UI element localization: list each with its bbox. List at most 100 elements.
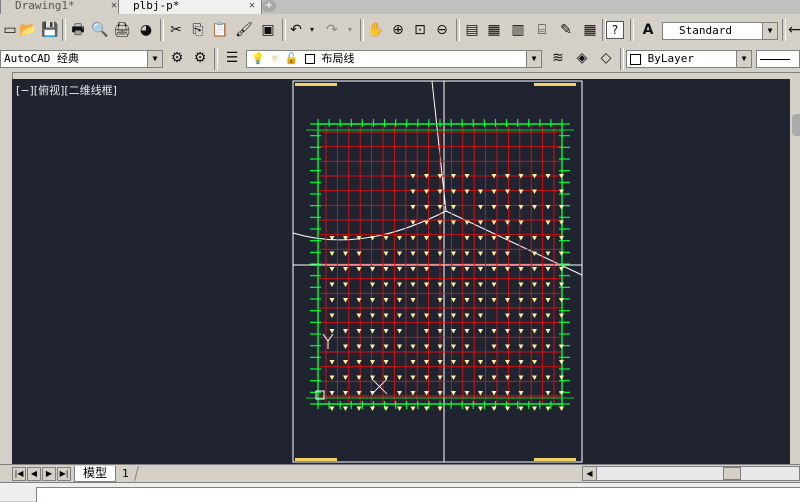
- column-mark: [356, 406, 362, 411]
- column-mark: [478, 236, 483, 241]
- scroll-left-icon[interactable]: ◀: [583, 467, 597, 480]
- markup-icon[interactable]: ✎: [556, 20, 576, 40]
- column-mark: [505, 344, 510, 349]
- linetype-preview-icon: [760, 58, 790, 60]
- layer-dropdown[interactable]: 💡 ☼ 🔓 布局线 ▼: [246, 50, 542, 68]
- sheet-title-mark: [295, 458, 337, 461]
- column-mark: [559, 375, 564, 380]
- column-mark: [545, 313, 551, 318]
- cut-icon[interactable]: ✂: [166, 20, 186, 40]
- column-mark: [437, 298, 443, 303]
- match-properties-icon[interactable]: 🖌: [234, 20, 254, 40]
- drawing-canvas[interactable]: [−][俯视][二维线框]: [12, 79, 790, 464]
- column-mark: [491, 189, 497, 194]
- column-mark: [532, 267, 537, 272]
- 3d-dwf-icon[interactable]: ◕: [136, 20, 156, 40]
- print-icon[interactable]: 🖶: [68, 20, 88, 40]
- column-mark: [437, 189, 443, 194]
- layer-properties-icon[interactable]: ☰: [222, 48, 242, 68]
- column-mark: [464, 344, 470, 349]
- workspace-dropdown[interactable]: AutoCAD 经典 ▼: [0, 50, 163, 68]
- color-value: ByLayer: [647, 52, 694, 65]
- linetype-control-dropdown[interactable]: [756, 50, 800, 68]
- column-mark: [505, 406, 510, 411]
- tab-model[interactable]: 模型: [74, 466, 116, 482]
- column-mark: [491, 220, 497, 225]
- doc-tab-label: Drawing1*: [15, 0, 75, 12]
- column-mark: [329, 298, 335, 303]
- save-icon[interactable]: 💾: [40, 20, 60, 40]
- column-mark: [356, 360, 362, 365]
- column-mark: [532, 298, 537, 303]
- paste-icon[interactable]: 📋: [210, 20, 230, 40]
- design-center-icon[interactable]: ▦: [484, 20, 504, 40]
- plot-preview-icon[interactable]: 🔍: [90, 20, 110, 40]
- copy-icon[interactable]: ⎘: [188, 20, 208, 40]
- zoom-window-icon[interactable]: ⊡: [410, 20, 430, 40]
- layer-lock-icon[interactable]: 🔓: [285, 52, 299, 65]
- column-mark: [383, 375, 389, 380]
- column-mark: [437, 236, 443, 241]
- column-mark: [343, 329, 348, 334]
- column-mark: [491, 391, 497, 396]
- sheet-title-mark: [534, 83, 576, 86]
- column-mark: [343, 375, 348, 380]
- column-mark: [370, 236, 375, 241]
- make-current-layer-icon[interactable]: ≋: [548, 48, 568, 68]
- horizontal-scrollbar[interactable]: ◀: [582, 466, 800, 481]
- tab-layout1[interactable]: 1: [111, 466, 140, 481]
- new-tab-plus-icon[interactable]: +: [262, 0, 276, 12]
- scrollbar-thumb[interactable]: [723, 467, 741, 480]
- zoom-realtime-icon[interactable]: ⊕: [388, 20, 408, 40]
- command-line[interactable]: [0, 482, 800, 502]
- column-mark: [505, 220, 510, 225]
- tool-palettes-icon[interactable]: ▥: [508, 20, 528, 40]
- view-cube-icon[interactable]: [792, 114, 800, 136]
- doc-tab-plbj[interactable]: plbj-p* ✕: [118, 0, 262, 14]
- layout-tab-bar: |◀ ◀ ▶ ▶| 模型 1 ◀: [0, 464, 800, 483]
- column-mark: [478, 298, 483, 303]
- color-control-dropdown[interactable]: ByLayer ▼: [626, 50, 752, 68]
- properties-icon[interactable]: ▤: [462, 20, 482, 40]
- text-style-icon[interactable]: A: [638, 20, 658, 40]
- layer-on-bulb-icon[interactable]: 💡: [251, 52, 265, 65]
- column-mark: [491, 282, 497, 287]
- publish-icon[interactable]: 🖨: [112, 20, 132, 40]
- doc-tab-drawing1[interactable]: Drawing1* ✕: [0, 0, 124, 14]
- column-mark: [437, 220, 443, 225]
- column-mark: [518, 220, 524, 225]
- next-layout-icon[interactable]: ▶: [42, 467, 56, 481]
- column-mark: [397, 251, 402, 256]
- text-style-dropdown[interactable]: Standard ▼: [662, 22, 778, 40]
- redo-dropdown-icon[interactable]: ▾: [340, 20, 360, 40]
- dim-style-icon[interactable]: ⟷: [788, 20, 800, 40]
- layer-thaw-sun-icon[interactable]: ☼: [271, 52, 278, 65]
- customize-icon[interactable]: ⚙: [190, 48, 210, 68]
- help-icon[interactable]: ?: [606, 21, 624, 39]
- first-layout-icon[interactable]: |◀: [12, 467, 26, 481]
- layer-previous-icon[interactable]: ◈: [572, 48, 592, 68]
- chevron-down-icon: ▼: [147, 51, 162, 67]
- last-layout-icon[interactable]: ▶|: [57, 467, 71, 481]
- block-editor-icon[interactable]: ▣: [258, 20, 278, 40]
- close-icon[interactable]: ✕: [249, 0, 255, 11]
- column-mark: [356, 391, 362, 396]
- column-mark: [545, 406, 551, 411]
- calculator-icon[interactable]: ▦: [580, 20, 600, 40]
- undo-dropdown-icon[interactable]: ▾: [302, 20, 322, 40]
- sheet-set-icon[interactable]: ⌸: [532, 20, 552, 40]
- qnew-icon[interactable]: ▭: [0, 20, 20, 40]
- tab-layout1-label: 1: [121, 467, 129, 480]
- column-mark: [518, 205, 524, 210]
- prev-layout-icon[interactable]: ◀: [27, 467, 41, 481]
- pan-hand-icon[interactable]: ✋: [366, 20, 386, 40]
- column-mark: [464, 406, 470, 411]
- column-mark: [532, 205, 537, 210]
- close-icon[interactable]: ✕: [111, 0, 117, 11]
- column-mark: [464, 220, 470, 225]
- zoom-previous-icon[interactable]: ⊖: [432, 20, 452, 40]
- workspace-settings-gear-icon[interactable]: ⚙: [167, 48, 187, 68]
- layer-states-icon[interactable]: ◇: [596, 48, 616, 68]
- redo-icon[interactable]: ↷: [322, 20, 342, 40]
- open-folder-icon[interactable]: 📂: [18, 20, 38, 40]
